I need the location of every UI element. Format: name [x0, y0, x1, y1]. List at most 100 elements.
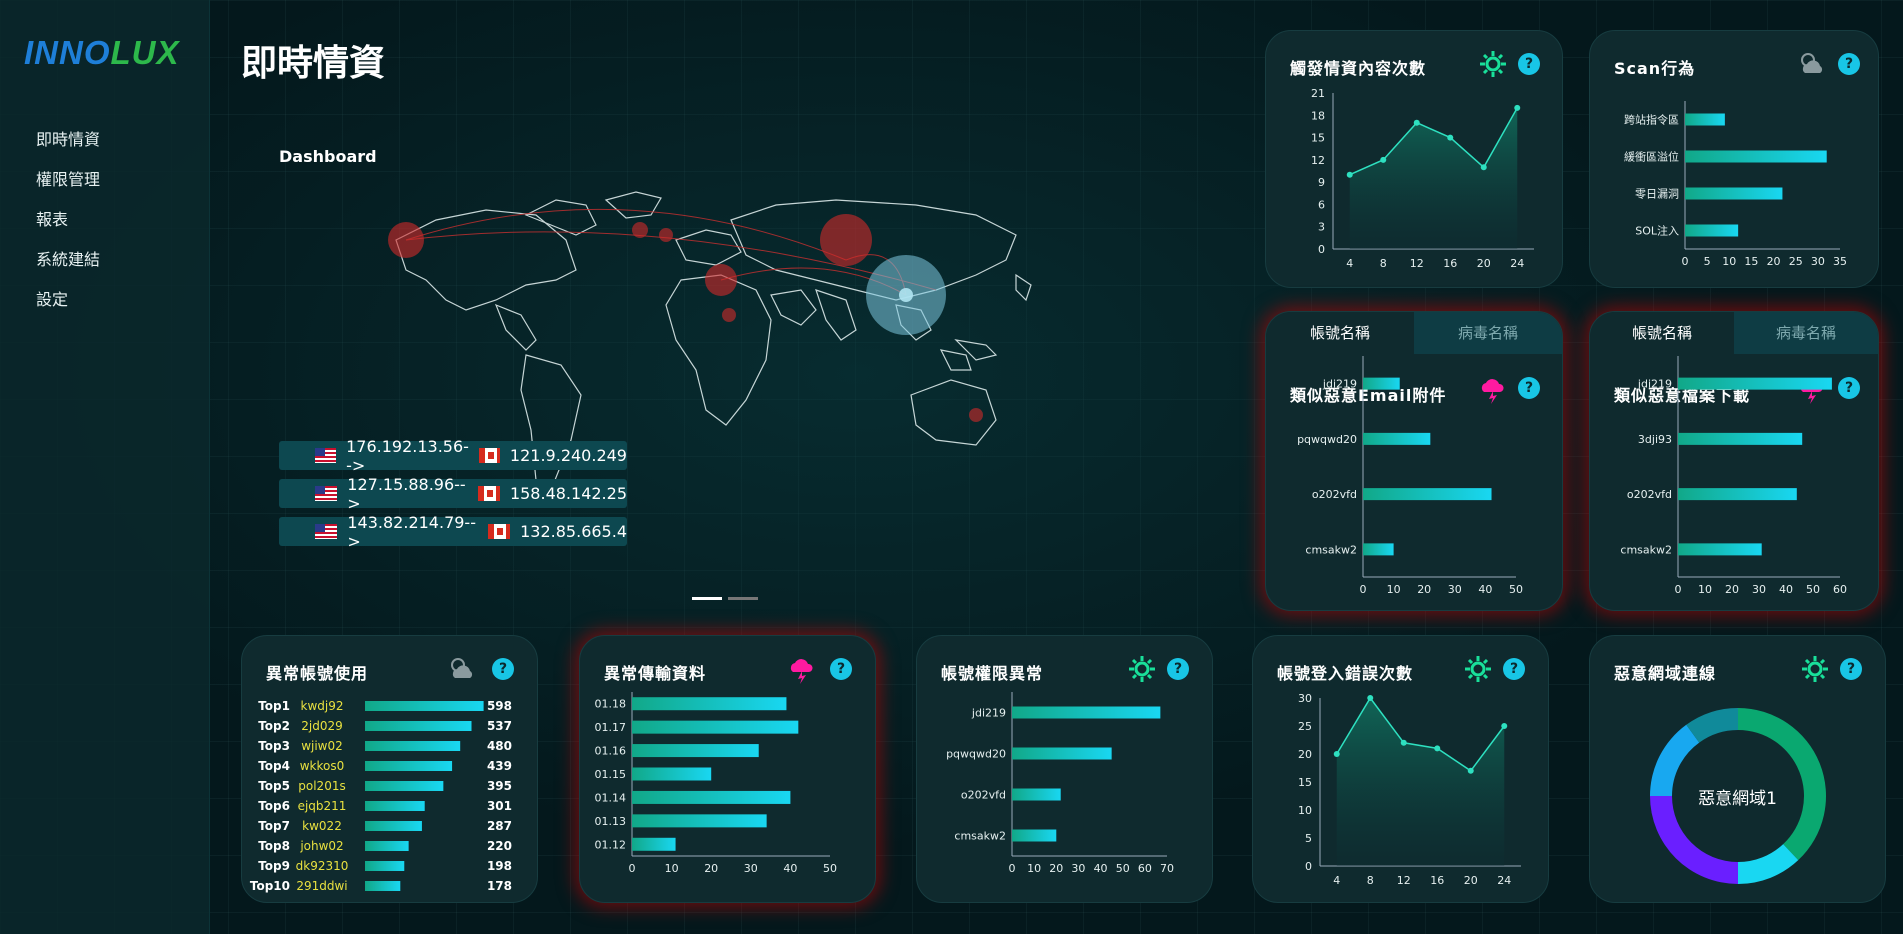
y-tick-label: 21 — [1311, 87, 1325, 100]
page-title: 即時情資 — [241, 43, 386, 84]
malicious-download-card: 帳號名稱 病毒名稱 類似惡意檔案下載 ? jdi219 3dji93 o202vfd… — [1589, 311, 1879, 611]
rank-label: Top9 — [258, 859, 290, 873]
x-tick-label: 40 — [783, 862, 797, 875]
y-tick-label: 0 — [1305, 860, 1312, 873]
bar — [1685, 113, 1725, 126]
x-tick-label: 24 — [1510, 257, 1524, 270]
sidebar-item-settings[interactable]: 設定 — [36, 288, 100, 328]
canada-flag-icon — [477, 486, 500, 501]
carousel-pager — [692, 597, 758, 600]
threat-marker — [969, 408, 983, 422]
account-name: kwdj92 — [301, 699, 344, 713]
data-point — [1434, 745, 1441, 752]
category-label: 01.17 — [595, 721, 627, 734]
login-area-chart: 0 5 10 15 20 25 30 4 8 12 16 20 24 — [1298, 692, 1521, 887]
threat-marker — [820, 214, 872, 266]
x-tick-label: 0 — [1675, 583, 1682, 596]
bar — [1012, 706, 1161, 719]
permission-bar-chart: jdi219 pqwqwd20 o202vfd cmsakw2 0 10 20 30 40 50 6… — [946, 692, 1174, 875]
category-label: jdi219 — [971, 707, 1006, 720]
account-name: dk92310 — [296, 859, 349, 873]
x-tick-label: 30 — [744, 862, 758, 875]
y-tick-label: 15 — [1298, 776, 1312, 789]
abnormal-account-card: 異常帳號使用 ? Top1 kwdj92 598 Top2 2jd029 537 Top3 w… — [241, 635, 538, 903]
sidebar: INNOLUX 即時情資 權限管理 報表 系統建結 設定 — [0, 0, 210, 934]
domain-donut-chart — [1650, 708, 1826, 884]
x-tick-label: 20 — [1767, 255, 1781, 268]
us-flag-icon — [315, 486, 338, 501]
x-tick-label: 40 — [1094, 862, 1108, 875]
sidebar-item-reports[interactable]: 報表 — [36, 208, 100, 248]
x-tick-label: 10 — [1722, 255, 1736, 268]
category-label: jdi219 — [1637, 378, 1672, 391]
login-error-card: 帳號登入錯誤次數 ? 0 5 10 15 20 25 30 4 8 12 16 20 24 — [1252, 635, 1549, 903]
bar — [365, 881, 401, 891]
bar — [1363, 488, 1492, 501]
x-tick-label: 20 — [1477, 257, 1491, 270]
y-tick-label: 18 — [1311, 109, 1325, 122]
ip-connection-row[interactable]: 127.15.88.96--> 158.48.142.25 — [279, 475, 627, 513]
category-label: jdi219 — [1322, 378, 1357, 391]
bar — [1685, 187, 1783, 200]
x-tick-label: 20 — [1464, 874, 1478, 887]
data-point — [1501, 723, 1508, 729]
rank-label: Top1 — [258, 699, 290, 713]
y-tick-label: 30 — [1298, 692, 1312, 705]
bar — [365, 821, 422, 831]
rank-label: Top4 — [258, 759, 290, 773]
category-label: o202vfd — [961, 789, 1006, 802]
sidebar-item-system-link[interactable]: 系統建結 — [36, 248, 100, 288]
x-tick-label: 16 — [1443, 257, 1457, 270]
category-label: cmsakw2 — [1305, 543, 1357, 556]
data-point — [1480, 164, 1487, 171]
dashboard-label: Dashboard — [279, 147, 377, 166]
category-label: pqwqwd20 — [946, 748, 1006, 761]
bar — [1678, 432, 1803, 445]
value-label: 537 — [487, 719, 512, 733]
x-tick-label: 8 — [1367, 874, 1374, 887]
data-point — [1380, 156, 1387, 163]
permission-anomaly-card: 帳號權限異常 ? jdi219 pqwqwd20 o202vfd cmsakw2 0 10… — [916, 635, 1213, 903]
y-tick-label: 25 — [1298, 720, 1312, 733]
pager-dot-active[interactable] — [692, 597, 722, 600]
bar — [1363, 432, 1431, 445]
x-tick-label: 50 — [1806, 583, 1820, 596]
threat-marker — [632, 222, 648, 238]
sidebar-item-realtime[interactable]: 即時情資 — [36, 128, 100, 168]
rank-label: Top8 — [258, 839, 290, 853]
y-tick-label: 5 — [1305, 832, 1312, 845]
category-label: cmsakw2 — [954, 830, 1006, 843]
x-tick-label: 10 — [1387, 583, 1401, 596]
y-tick-label: 20 — [1298, 748, 1312, 761]
account-name: 291ddwi — [296, 879, 347, 893]
x-tick-label: 16 — [1430, 874, 1444, 887]
pager-dot[interactable] — [728, 597, 758, 600]
malicious-domain-card: 惡意網域連線 ? 惡意網域1 — [1589, 635, 1886, 903]
data-point — [1346, 171, 1353, 178]
y-tick-label: 3 — [1318, 221, 1325, 234]
x-tick-label: 10 — [1698, 583, 1712, 596]
category-label: 3dji93 — [1638, 433, 1672, 446]
sidebar-item-permissions[interactable]: 權限管理 — [36, 168, 100, 208]
bar — [1012, 829, 1057, 842]
ip-connection-row[interactable]: 176.192.13.56--> 121.9.240.249 — [279, 437, 627, 475]
category-label: 緩衝區溢位 — [1624, 150, 1679, 164]
bar — [365, 741, 461, 751]
value-label: 287 — [487, 819, 512, 833]
bar — [1685, 150, 1827, 163]
rank-label: Top6 — [258, 799, 290, 813]
x-tick-label: 25 — [1789, 255, 1803, 268]
x-tick-label: 0 — [1682, 255, 1689, 268]
x-tick-label: 10 — [1027, 862, 1041, 875]
x-tick-label: 10 — [665, 862, 679, 875]
bar — [1678, 488, 1797, 501]
value-label: 220 — [487, 839, 512, 853]
ip-connection-row[interactable]: 143.82.214.79--> 132.85.665.4 — [279, 513, 627, 551]
threat-marker — [659, 228, 673, 242]
scan-behavior-card: Scan行為 ? 跨站指令區 緩衝區溢位 零日漏洞 SOL注入 0 5 10 15 20 25 30… — [1589, 30, 1879, 288]
rank-label: Top7 — [258, 819, 290, 833]
y-tick-label: 6 — [1318, 198, 1325, 211]
bar — [1678, 377, 1832, 390]
category-label: cmsakw2 — [1620, 543, 1672, 556]
category-label: 跨站指令區 — [1624, 113, 1679, 127]
